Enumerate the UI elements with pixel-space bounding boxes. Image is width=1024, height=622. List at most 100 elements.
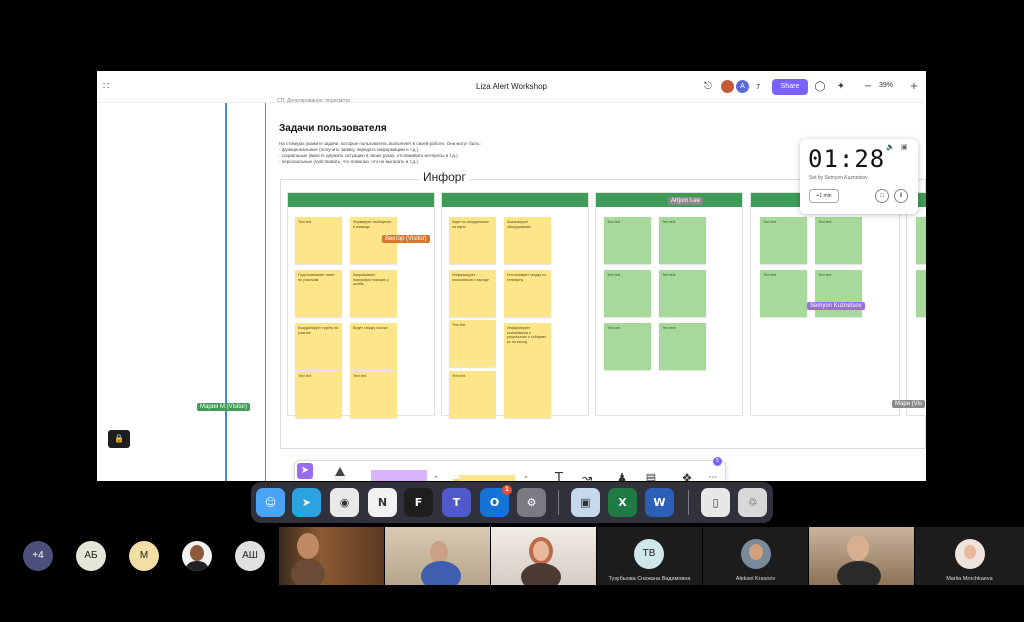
board-canvas[interactable]: СП: Делегирование: пересмотр Задачи поль… [97, 98, 926, 481]
avatar[interactable]: М [129, 541, 159, 571]
guide-line [265, 103, 266, 481]
sticky-note[interactable]: Отслеживает сводку по телефону [504, 270, 551, 317]
sticky-note[interactable]: Text text [760, 217, 807, 264]
section-tool-icon[interactable]: ▤ [643, 471, 659, 481]
dock-app-word-icon[interactable]: W [645, 488, 674, 517]
cursor-label: Вектор (Visitor) [382, 235, 430, 243]
pen-tool-icon[interactable] [335, 467, 345, 481]
sticky-note[interactable] [916, 270, 926, 317]
more-icon[interactable]: ⋯ [707, 473, 719, 481]
dock-app-finder-icon[interactable]: ☺ [256, 488, 285, 517]
avatar: ТВ [634, 539, 664, 569]
connector-tool-icon[interactable]: ↝ [578, 471, 596, 481]
dock-app-chrome-icon[interactable]: ◉ [330, 488, 359, 517]
board-column: Text text Формирует пообщение в команде … [287, 192, 435, 418]
zoom-level[interactable]: 39% [879, 82, 893, 89]
sticky-note[interactable]: Text text [295, 371, 342, 418]
user-count[interactable]: 7 [751, 80, 765, 94]
board-frame[interactable]: Text text Формирует пообщение в команде … [280, 179, 926, 449]
participant-name: Mariia Mrochkaeva [946, 576, 993, 582]
sticky-note[interactable]: Ищет по координатам на карте [449, 217, 496, 264]
dock-app-telegram-icon[interactable]: ➤ [292, 488, 321, 517]
components-icon[interactable]: ❖ [679, 471, 695, 481]
sticky-note[interactable]: Text text [604, 323, 651, 370]
avatar[interactable] [721, 80, 734, 93]
timer-set-by: Set by Semyon Kuznetsov [809, 175, 868, 181]
sparkle-icon[interactable]: ✦ [834, 80, 848, 94]
shirt [186, 561, 208, 571]
dock-app-teams-icon[interactable]: T [442, 488, 471, 517]
minimize-icon[interactable]: ▣ [901, 143, 908, 151]
video-tile[interactable] [491, 527, 596, 585]
dock-app-settings-icon[interactable]: ⚙ [517, 488, 546, 517]
chevron-up-icon[interactable]: ⌃ [433, 475, 439, 481]
sticky-note[interactable]: Text text [659, 270, 706, 317]
frame-title: Инфорг [419, 170, 470, 184]
timer-widget[interactable]: 01:28 🔈 ▣ Set by Semyon Kuznetsov +1 min… [800, 139, 918, 214]
shape-tool-icon[interactable] [371, 470, 427, 481]
board-column: Ищет по координатам на карте Анализирует… [441, 192, 589, 418]
sticky-note[interactable]: Text text [659, 217, 706, 264]
dock-app-preview-icon[interactable]: ▣ [571, 488, 600, 517]
video-tile[interactable] [385, 527, 490, 585]
sticky-note[interactable]: Text text [604, 270, 651, 317]
participant-name: Aleksei Krasnov [735, 576, 776, 582]
sticky-note[interactable]: Ведёт сводку поиска [350, 323, 397, 370]
sticky-note[interactable]: Text text [350, 371, 397, 418]
avatar [741, 539, 771, 569]
chevron-up-icon[interactable]: ⌃ [523, 475, 529, 481]
video-tile[interactable]: Mariia Mrochkaeva [915, 527, 1024, 585]
dock-app-outlook-icon[interactable]: O1 [480, 485, 512, 517]
sticky-note[interactable]: Анализирует оборудование [504, 217, 551, 264]
video-tile[interactable] [809, 527, 914, 585]
zoom-in-icon[interactable]: + [907, 80, 921, 94]
video-tile[interactable] [279, 527, 384, 585]
dock-app-documents-icon[interactable]: ▯ [701, 488, 730, 517]
stop-icon[interactable]: □ [875, 189, 889, 203]
notification-badge: 1 [502, 485, 512, 495]
avatar[interactable] [182, 541, 212, 571]
avatar[interactable]: A [736, 80, 749, 93]
participants-strip: +4 АБ М АШ ТВ Тузубыова Снежана Вадимовн… [0, 527, 1024, 585]
sticky-note[interactable]: Text text [449, 371, 496, 418]
video-tile[interactable]: Aleksei Krasnov [703, 527, 808, 585]
sticky-note[interactable]: Text text [760, 270, 807, 317]
sticky-note[interactable]: Text text [449, 320, 496, 367]
dock: ☺ ➤ ◉ N F T O 1 ⚙ ▣ X W ▯ ♲ [251, 482, 773, 523]
more-participants-button[interactable]: +4 [23, 541, 53, 571]
shirt [837, 561, 881, 585]
avatar[interactable]: АБ [76, 541, 106, 571]
dock-app-notion-icon[interactable]: N [368, 488, 397, 517]
zoom-out-icon[interactable]: − [861, 80, 875, 94]
sound-icon[interactable]: 🔈 [886, 143, 895, 151]
lock-icon[interactable]: 🔒 [108, 430, 130, 448]
dock-separator [558, 490, 559, 515]
sticky-note[interactable]: Text text [604, 217, 651, 264]
sticky-note[interactable]: Text text [295, 217, 342, 264]
sticky-note[interactable]: Text text [815, 217, 862, 264]
dock-app-excel-icon[interactable]: X [608, 488, 637, 517]
headphones-icon[interactable]: ⎋ [701, 80, 715, 94]
sticky-note[interactable]: Text text [659, 323, 706, 370]
face [297, 533, 319, 559]
sticky-note[interactable]: Координирует группу на участке [295, 323, 342, 370]
text-tool-icon[interactable]: T [551, 471, 567, 481]
sticky-note[interactable] [916, 217, 926, 264]
select-tool-icon[interactable]: ➤ [297, 463, 313, 479]
share-button[interactable]: Share [772, 79, 808, 95]
sticky-note[interactable]: Информирует поисковиков о результатах и … [504, 323, 551, 418]
comment-icon[interactable]: ◯ [813, 80, 827, 94]
pause-icon[interactable]: ‖ [894, 189, 908, 203]
video-tile[interactable]: ТВ Тузубыова Снежана Вадимовна [597, 527, 702, 585]
sticky-tool-icon[interactable] [459, 475, 515, 481]
sticky-note[interactable]: Информирует поисковиков о выходе [449, 270, 496, 317]
dock-app-trash-icon[interactable]: ♲ [738, 488, 767, 517]
dock-app-figma-icon[interactable]: F [404, 488, 433, 517]
stamp-tool-icon[interactable]: ♟ [615, 471, 629, 481]
add-minute-button[interactable]: +1 min [809, 189, 839, 203]
sticky-note[interactable]: Запрашивает поисковую позицию у штаба [350, 270, 397, 317]
avatar[interactable]: АШ [235, 541, 265, 571]
shirt [521, 563, 561, 585]
cursor-label: Мария М (Visitor) [197, 403, 251, 411]
sticky-note[interactable]: Подготавливает пакет по участкам [295, 270, 342, 317]
